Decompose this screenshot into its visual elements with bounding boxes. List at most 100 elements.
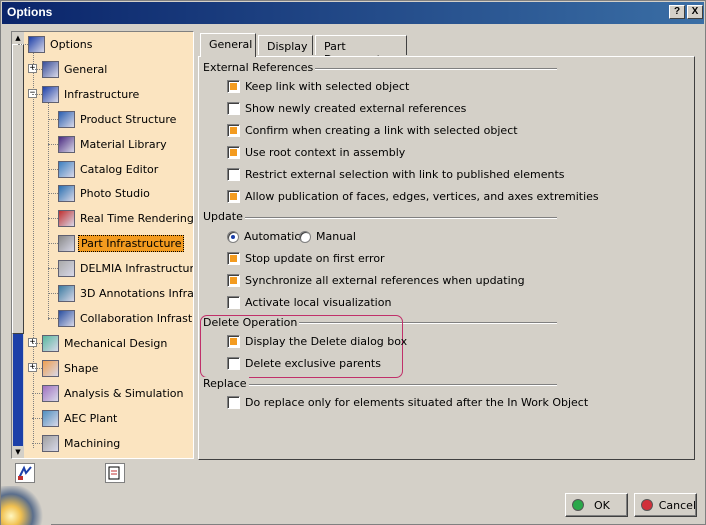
option-confirm-link[interactable]: Confirm when creating a link with select… (227, 124, 518, 137)
tree-line (48, 318, 58, 319)
tree-item[interactable]: Real Time Rendering (58, 209, 193, 227)
tree-item[interactable]: Machining (42, 434, 122, 452)
tree-item[interactable]: Shape (42, 359, 100, 377)
tab-display[interactable]: Display (258, 35, 313, 55)
tree-item[interactable]: General (42, 60, 109, 78)
tree-item[interactable]: Catalog Editor (58, 160, 160, 178)
tree-line (48, 268, 58, 269)
ok-icon (572, 499, 584, 511)
tree-item-label: Shape (64, 361, 99, 375)
stop-update-checkbox[interactable] (227, 252, 240, 265)
synchronize-checkbox[interactable] (227, 274, 240, 287)
external-references-title: External References (203, 61, 316, 74)
show-external-references-label: Show newly created external references (245, 102, 467, 115)
tree-item[interactable]: Photo Studio (58, 184, 152, 202)
confirm-link-checkbox[interactable] (227, 124, 240, 137)
display-delete-dialog-label: Display the Delete dialog box (245, 335, 408, 348)
help-button[interactable]: ? (669, 5, 685, 19)
tree-item-label: Material Library (80, 137, 167, 151)
tree-item[interactable]: 3D Annotations Infrastru (58, 284, 194, 302)
material-library-icon (58, 135, 75, 153)
cancel-button[interactable]: Cancel (634, 493, 697, 517)
scroll-thumb[interactable] (12, 44, 24, 334)
tree-item[interactable]: Collaboration Infrastruct (58, 309, 193, 327)
allow-publication-checkbox[interactable] (227, 190, 240, 203)
options-icon (28, 35, 45, 53)
option-update-automatic[interactable]: Automatic (227, 230, 300, 243)
confirm-link-label: Confirm when creating a link with select… (245, 124, 518, 137)
tree-item-label: Part Infrastructure (78, 234, 185, 252)
restrict-selection-checkbox[interactable] (227, 168, 240, 181)
tree-collapse-icon[interactable] (105, 463, 125, 483)
automatic-radio[interactable] (227, 230, 239, 243)
general-icon (42, 60, 59, 78)
keep-link-label: Keep link with selected object (245, 80, 410, 93)
tree-item-label: Options (50, 37, 93, 51)
option-update-manual[interactable]: Manual (299, 230, 356, 243)
option-restrict-selection[interactable]: Restrict external selection with link to… (227, 168, 565, 181)
tree-item[interactable]: AEC Plant (42, 409, 119, 427)
tree-item-label: Infrastructure (64, 87, 140, 101)
tree-scrollbar[interactable]: ▲ ▼ (12, 32, 24, 458)
tree-item-label: AEC Plant (64, 411, 118, 425)
close-button[interactable]: X (687, 5, 703, 19)
infrastructure-icon (42, 85, 59, 103)
tree-item[interactable]: Part Infrastructure (58, 234, 185, 252)
mechanical-design-icon (42, 334, 59, 352)
ok-button[interactable]: OK (565, 493, 628, 517)
tree-line (48, 169, 58, 170)
keep-link-checkbox[interactable] (227, 80, 240, 93)
tab-general[interactable]: General (200, 33, 256, 57)
scroll-down-arrow-icon[interactable]: ▼ (12, 446, 24, 458)
show-external-references-checkbox[interactable] (227, 102, 240, 115)
tree-item-label: Mechanical Design (64, 336, 168, 350)
option-show-external-references[interactable]: Show newly created external references (227, 102, 466, 115)
automatic-label: Automatic (244, 230, 301, 243)
tree-item[interactable]: DELMIA Infrastructure (58, 259, 194, 277)
stop-update-label: Stop update on first error (245, 252, 385, 265)
tree-expand-icon[interactable] (15, 463, 35, 483)
option-delete-exclusive-parents[interactable]: Delete exclusive parents (227, 357, 381, 370)
tree-item[interactable]: Material Library (58, 135, 169, 153)
replace-title: Replace (203, 377, 249, 390)
tree-item[interactable]: Analysis & Simulation (42, 384, 186, 402)
option-root-context[interactable]: Use root context in assembly (227, 146, 405, 159)
tree-item-label: DELMIA Infrastructure (80, 261, 194, 275)
tree-line (32, 94, 42, 95)
tree-line (32, 368, 42, 369)
tree-item[interactable]: Product Structure (58, 110, 178, 128)
root-context-checkbox[interactable] (227, 146, 240, 159)
root-context-label: Use root context in assembly (245, 146, 406, 159)
option-do-replace[interactable]: Do replace only for elements situated af… (227, 396, 588, 409)
tree-item[interactable]: Infrastructure (42, 85, 141, 103)
machining-icon (42, 434, 59, 452)
delete-exclusive-parents-checkbox[interactable] (227, 357, 240, 370)
display-delete-dialog-checkbox[interactable] (227, 335, 240, 348)
option-allow-publication[interactable]: Allow publication of faces, edges, verti… (227, 190, 599, 203)
manual-radio[interactable] (299, 230, 311, 243)
options-dialog: Options ? X ▲ ▼ Options + General − Infrastr… (0, 0, 706, 525)
scroll-up-arrow-icon[interactable]: ▲ (12, 32, 24, 44)
tree-item-label: Catalog Editor (80, 162, 159, 176)
option-keep-link[interactable]: Keep link with selected object (227, 80, 409, 93)
update-title: Update (203, 210, 245, 223)
option-synchronize[interactable]: Synchronize all external references when… (227, 274, 525, 287)
local-visualization-checkbox[interactable] (227, 296, 240, 309)
tree-line (48, 144, 58, 145)
tab-part-document[interactable]: Part Document (315, 35, 407, 66)
option-display-delete-dialog[interactable]: Display the Delete dialog box (227, 335, 407, 348)
option-stop-update[interactable]: Stop update on first error (227, 252, 385, 265)
photo-studio-icon (58, 184, 75, 202)
tree-line (32, 393, 42, 394)
delmia-infrastructure-icon (58, 259, 75, 277)
do-replace-checkbox[interactable] (227, 396, 240, 409)
ok-label: OK (594, 498, 610, 512)
tree-item[interactable]: Mechanical Design (42, 334, 169, 352)
tree-item[interactable]: Options (28, 35, 94, 53)
tree-line (32, 343, 42, 344)
option-local-visualization[interactable]: Activate local visualization (227, 296, 391, 309)
tree-item-label: Photo Studio (80, 186, 150, 200)
tree-line (48, 243, 58, 244)
tree-item-label: 3D Annotations Infrastru (80, 286, 194, 300)
synchronize-label: Synchronize all external references when… (245, 274, 525, 287)
